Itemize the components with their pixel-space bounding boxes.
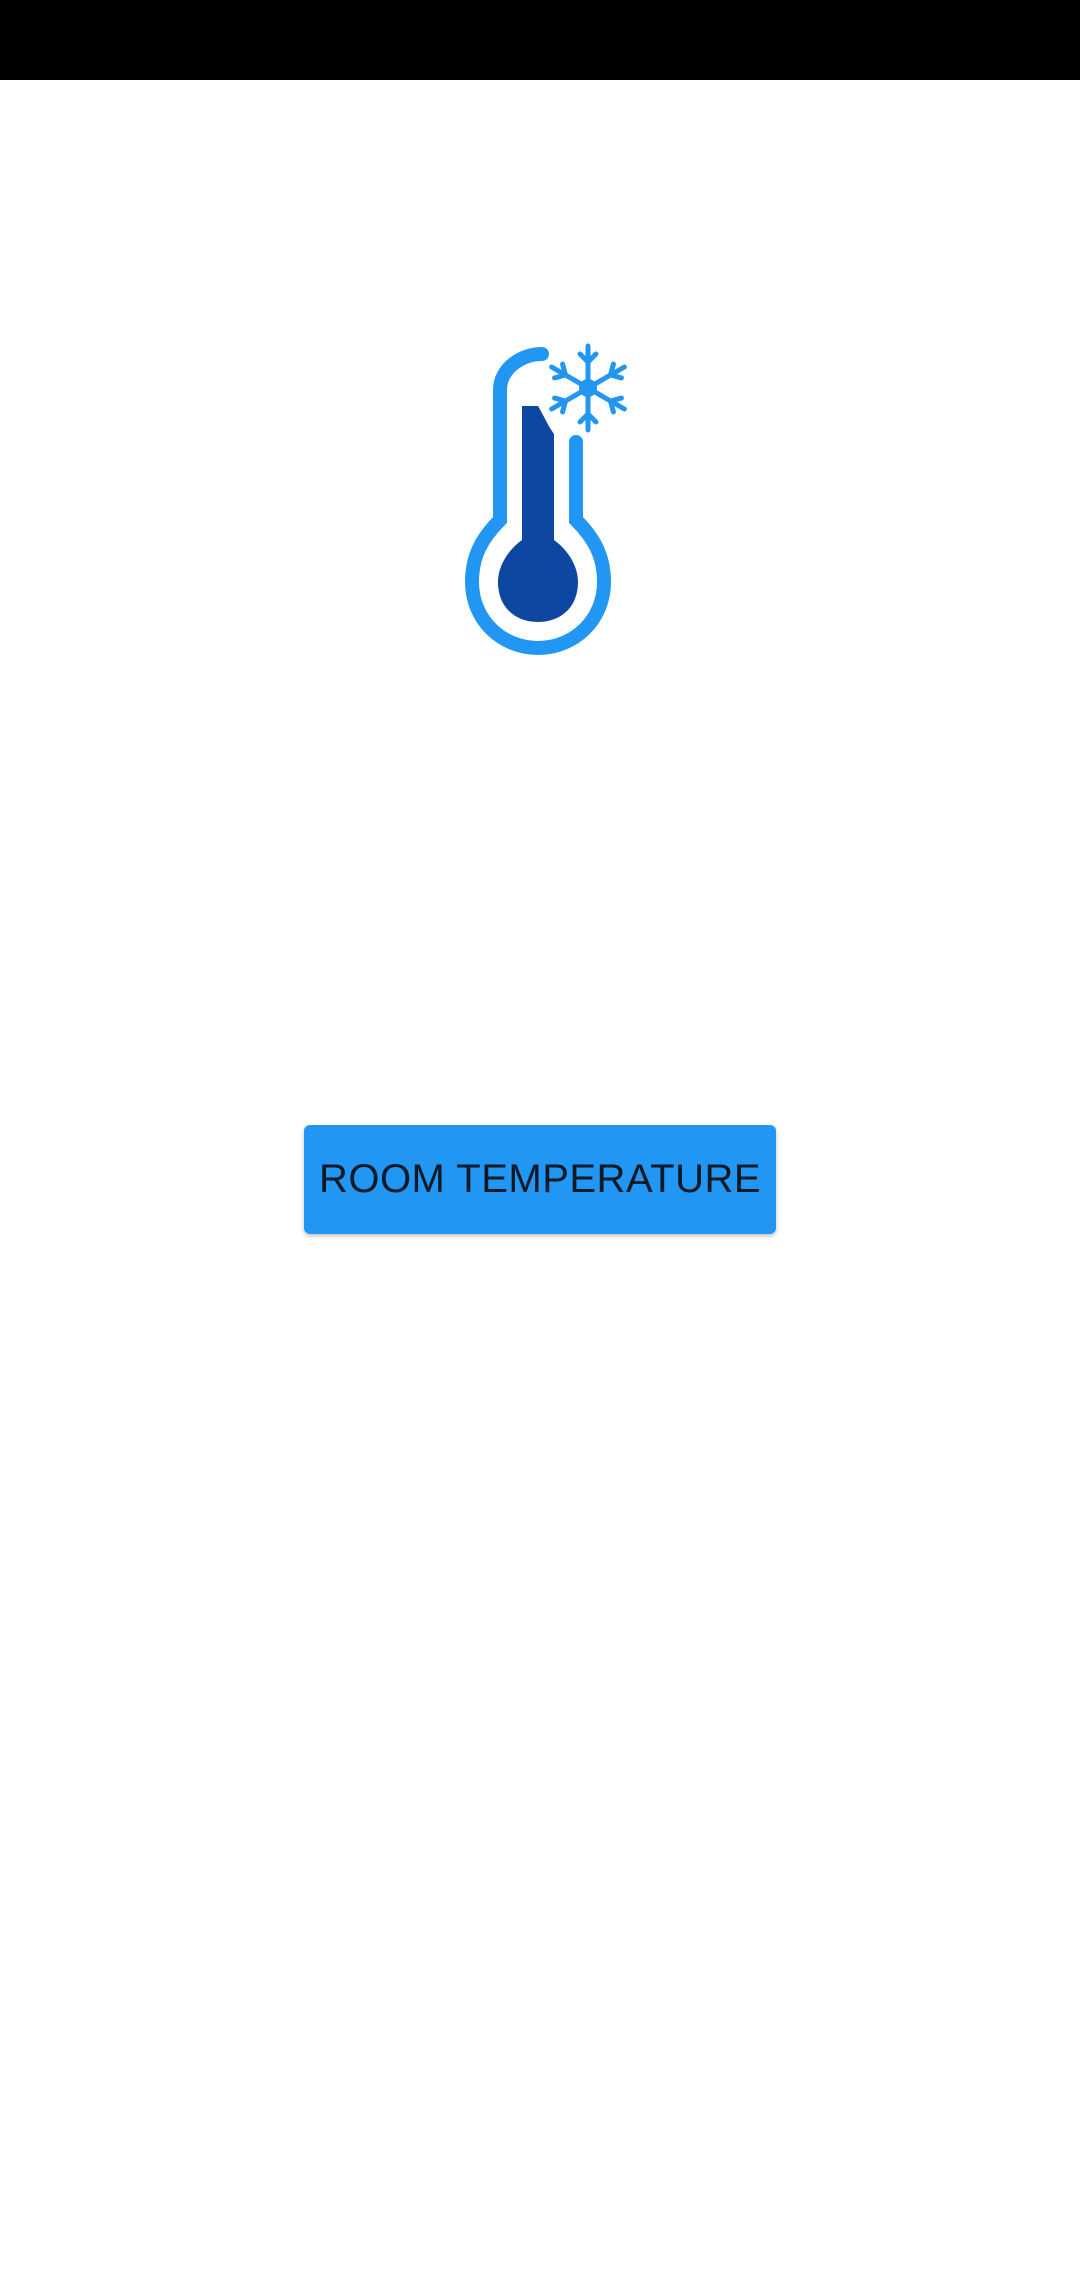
thermometer-snowflake-icon <box>460 330 640 660</box>
room-temperature-button-label: ROOM TEMPERATURE <box>318 1157 762 1201</box>
room-temperature-button[interactable]: ROOM TEMPERATURE <box>304 1125 776 1234</box>
status-bar <box>0 0 1080 80</box>
